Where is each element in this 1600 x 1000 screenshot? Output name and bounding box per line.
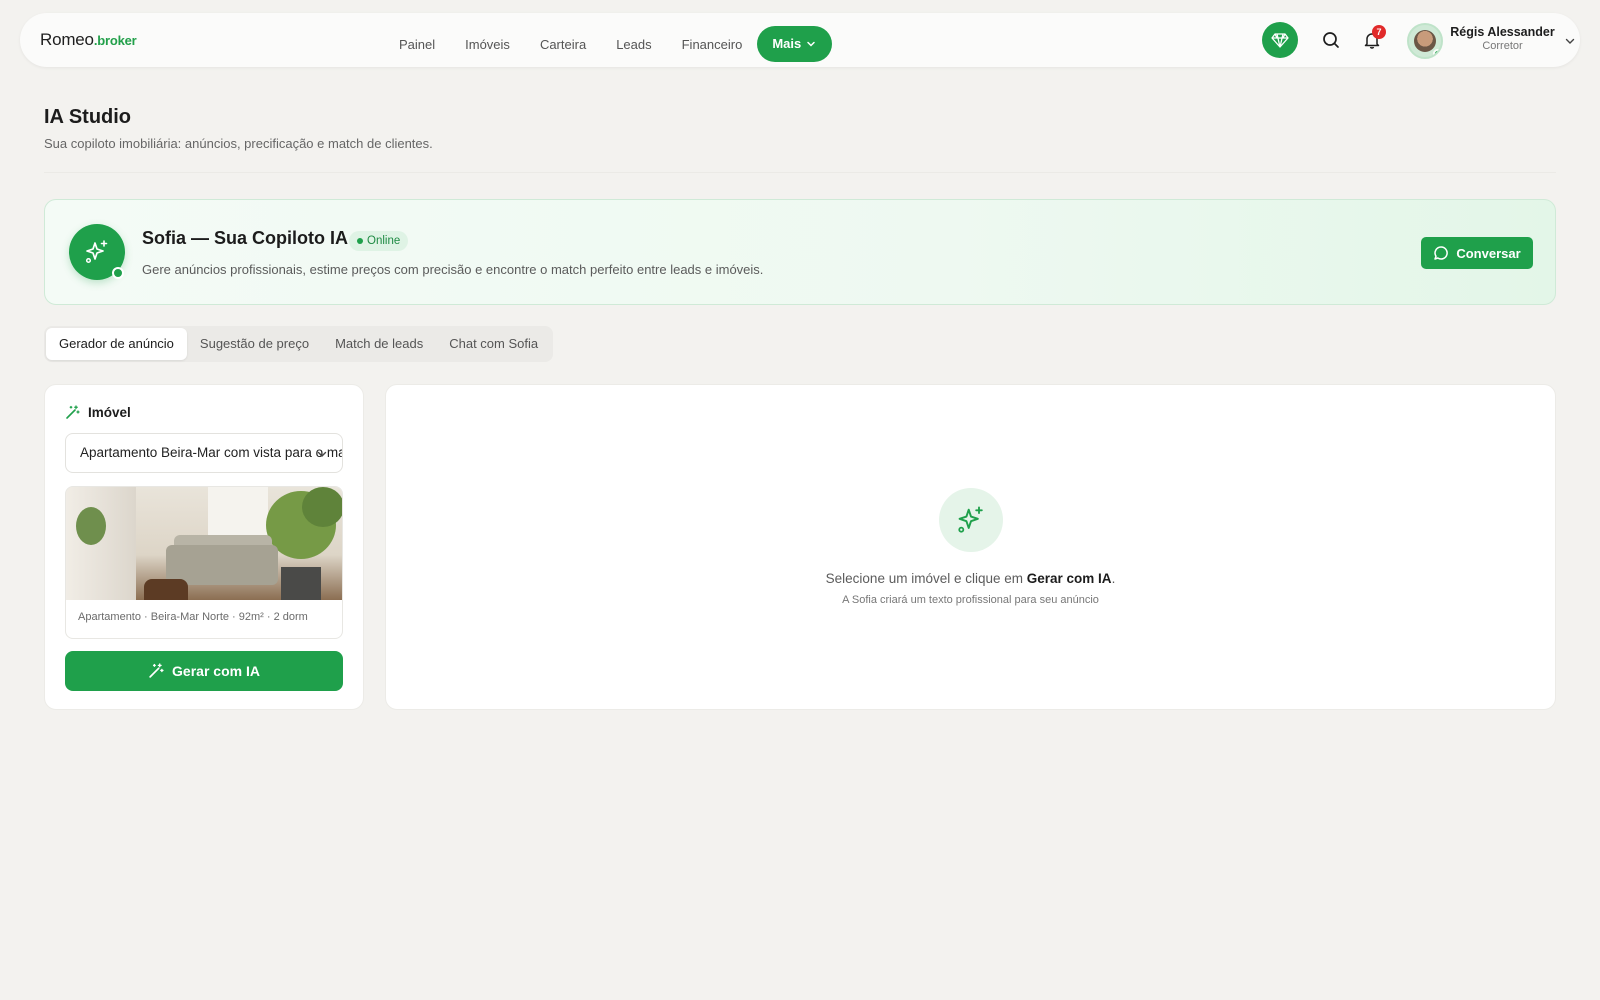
brand-logo[interactable]: Romeo.broker — [40, 30, 137, 50]
sparkles-icon — [958, 506, 983, 533]
tab-gerador-de-anuncio[interactable]: Gerador de anúncio — [46, 328, 187, 360]
empty-state-text-prefix: Selecione um imóvel e clique em — [825, 571, 1027, 586]
user-menu[interactable]: Régis Alessander Corretor — [1450, 25, 1555, 52]
top-navigation-bar: Romeo.broker Painel Imóveis Carteira Lea… — [20, 13, 1580, 67]
banner-title: Sofia — Sua Copiloto IA — [142, 228, 348, 248]
brand-suffix: .broker — [93, 33, 137, 48]
user-name: Régis Alessander — [1450, 25, 1555, 39]
nav-item-painel[interactable]: Painel — [384, 37, 450, 52]
header-divider — [44, 172, 1556, 173]
premium-button[interactable] — [1262, 22, 1298, 58]
tab-bar: Gerador de anúncio Sugestão de preço Mat… — [44, 326, 554, 362]
empty-state-text-suffix: . — [1111, 571, 1116, 586]
chevron-down-icon — [317, 451, 327, 457]
diamond-icon — [1271, 33, 1289, 48]
generate-ai-label: Gerar com IA — [172, 663, 260, 679]
sofia-banner: Sofia — Sua Copiloto IA Online Gere anún… — [44, 199, 1556, 305]
brand-name: Romeo — [40, 30, 94, 49]
search-icon — [1323, 32, 1339, 48]
property-select[interactable]: Apartamento Beira-Mar com vista para o m… — [65, 433, 343, 473]
nav-more-button[interactable]: Mais — [757, 26, 833, 62]
property-panel: Imóvel Apartamento Beira-Mar com vista p… — [44, 384, 364, 710]
main-nav: Painel Imóveis Carteira Leads Financeiro… — [384, 26, 833, 62]
empty-state-icon — [939, 488, 1003, 552]
property-meta: Apartamento · Beira-Mar Norte · 92m² · 2… — [78, 611, 308, 623]
empty-state-text: Selecione um imóvel e clique em Gerar co… — [386, 571, 1555, 586]
property-panel-header: Imóvel — [65, 405, 131, 420]
wand-icon — [66, 405, 80, 419]
property-select-value: Apartamento Beira-Mar com vista para o m… — [80, 445, 343, 460]
nav-item-financeiro[interactable]: Financeiro — [667, 37, 758, 52]
online-status-dot — [112, 267, 124, 279]
property-preview-card: Apartamento · Beira-Mar Norte · 92m² · 2… — [65, 486, 343, 639]
search-button[interactable] — [1320, 29, 1342, 51]
tab-match-de-leads[interactable]: Match de leads — [322, 328, 436, 360]
user-role: Corretor — [1482, 40, 1523, 52]
nav-item-carteira[interactable]: Carteira — [525, 37, 601, 52]
status-badge: Online — [349, 231, 409, 251]
empty-state-text-bold: Gerar com IA — [1026, 571, 1112, 586]
notifications-button[interactable]: 7 — [1360, 25, 1386, 52]
sofia-avatar — [69, 224, 125, 280]
ad-output-panel: Selecione um imóvel e clique em Gerar co… — [385, 384, 1556, 710]
page-title: IA Studio — [44, 106, 132, 128]
notification-count-badge: 7 — [1372, 25, 1386, 39]
nav-more-label: Mais — [772, 36, 802, 51]
banner-description: Gere anúncios profissionais, estime preç… — [142, 262, 764, 277]
wand-icon — [149, 663, 164, 678]
chat-bubble-icon — [1434, 246, 1449, 260]
generate-ai-button[interactable]: Gerar com IA — [65, 651, 343, 691]
avatar[interactable] — [1407, 23, 1443, 59]
page-subtitle: Sua copiloto imobiliária: anúncios, prec… — [44, 136, 433, 151]
sparkles-icon — [85, 240, 108, 264]
avatar-photo — [1414, 30, 1436, 52]
chat-button[interactable]: Conversar — [1421, 237, 1533, 269]
property-panel-title: Imóvel — [88, 405, 131, 420]
tab-sugestao-de-preco[interactable]: Sugestão de preço — [187, 328, 322, 360]
property-photo — [66, 487, 342, 600]
tab-chat-com-sofia[interactable]: Chat com Sofia — [436, 328, 551, 360]
chat-button-label: Conversar — [1456, 245, 1521, 261]
chevron-down-icon — [807, 41, 815, 47]
nav-item-imoveis[interactable]: Imóveis — [450, 37, 525, 52]
nav-item-leads[interactable]: Leads — [601, 37, 666, 52]
online-status-dot — [1433, 49, 1441, 57]
chevron-down-icon[interactable] — [1564, 35, 1576, 47]
empty-state-subtext: A Sofia criará um texto profissional par… — [842, 594, 1099, 606]
